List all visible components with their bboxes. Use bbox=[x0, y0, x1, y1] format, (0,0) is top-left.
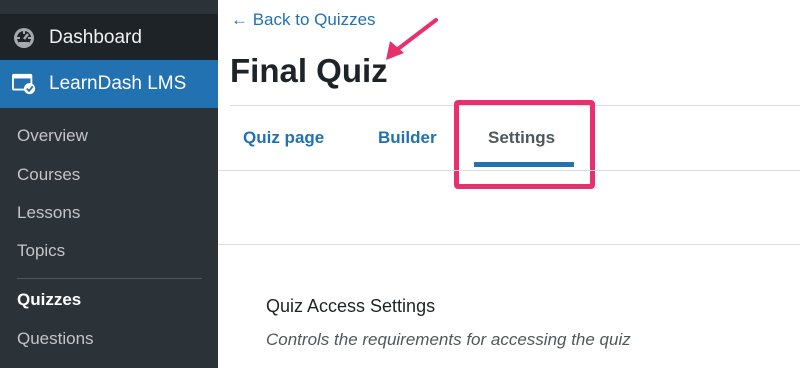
sidebar-divider bbox=[17, 278, 202, 279]
sidebar-item-label: LearnDash LMS bbox=[49, 73, 187, 94]
dashboard-gauge-icon bbox=[12, 26, 36, 50]
annotation-highlight-box bbox=[454, 100, 595, 189]
tab-quiz-page[interactable]: Quiz page bbox=[243, 128, 324, 148]
back-to-quizzes-link[interactable]: ← Back to Quizzes bbox=[231, 10, 376, 30]
sidebar-item-quizzes[interactable]: Quizzes bbox=[17, 290, 81, 310]
sidebar-item-topics[interactable]: Topics bbox=[17, 241, 65, 261]
sidebar-item-overview[interactable]: Overview bbox=[17, 126, 88, 146]
section-divider bbox=[218, 244, 800, 245]
sidebar-item-dashboard[interactable]: Dashboard bbox=[0, 14, 218, 62]
sidebar-item-questions[interactable]: Questions bbox=[17, 329, 94, 349]
sidebar-item-label: Dashboard bbox=[49, 27, 142, 48]
section-description: Controls the requirements for accessing … bbox=[266, 330, 631, 349]
annotation-arrow-icon bbox=[386, 18, 438, 60]
tabs-divider bbox=[218, 170, 800, 171]
page-title: Final Quiz bbox=[230, 52, 388, 89]
sidebar-item-learndash[interactable]: LearnDash LMS bbox=[0, 60, 218, 108]
admin-sidebar: Dashboard LearnDash LMS Overview Courses… bbox=[0, 0, 218, 368]
section-title: Quiz Access Settings bbox=[266, 296, 436, 316]
sidebar-item-lessons[interactable]: Lessons bbox=[17, 203, 80, 223]
learndash-window-check-icon bbox=[12, 72, 36, 96]
sidebar-item-courses[interactable]: Courses bbox=[17, 165, 80, 185]
tab-builder[interactable]: Builder bbox=[378, 128, 437, 148]
